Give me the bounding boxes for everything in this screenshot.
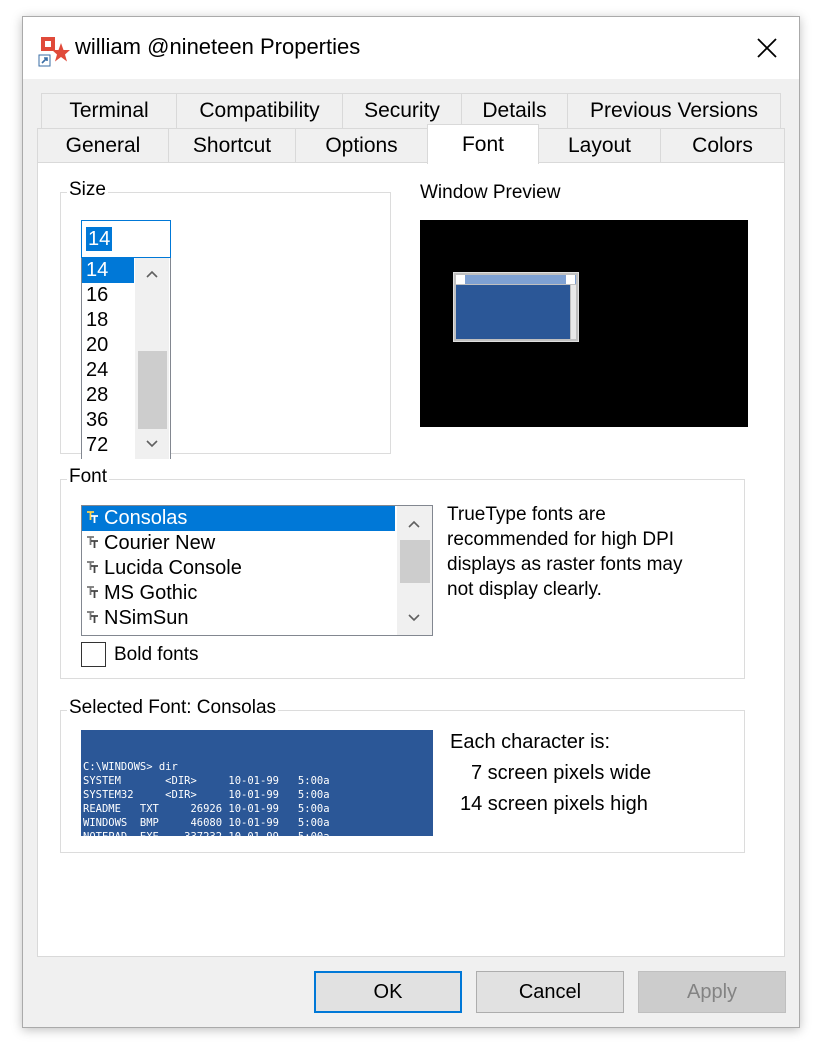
- apply-button[interactable]: Apply: [638, 971, 786, 1013]
- cancel-button[interactable]: Cancel: [476, 971, 624, 1013]
- sample-line: WINDOWS BMP 46080 10-01-99 5:00a: [83, 817, 330, 829]
- size-input[interactable]: 14: [81, 220, 171, 258]
- title-bar: william @nineteen Properties: [23, 17, 799, 79]
- close-icon: [757, 38, 777, 58]
- window-preview-label: Window Preview: [420, 182, 561, 203]
- ok-button[interactable]: OK: [314, 971, 462, 1013]
- tab-options[interactable]: Options: [295, 128, 428, 163]
- size-list-item[interactable]: 36: [82, 408, 134, 433]
- font-list-item-label: NSimSun: [104, 607, 189, 629]
- tab-layout[interactable]: Layout: [538, 128, 661, 163]
- size-group-label: Size: [67, 179, 108, 201]
- tab-shortcut[interactable]: Shortcut: [168, 128, 296, 163]
- font-list-item[interactable]: Consolas: [82, 506, 395, 531]
- truetype-note-line: not display clearly.: [447, 579, 602, 600]
- tab-colors[interactable]: Colors: [660, 128, 785, 163]
- shortcut-app-icon: [38, 37, 70, 67]
- preview-console-area: [456, 285, 570, 339]
- char-width-text: 7 screen pixels wide: [471, 762, 652, 784]
- font-scroll-thumb[interactable]: [400, 540, 430, 583]
- tab-general[interactable]: General: [37, 128, 169, 163]
- truetype-note-line: displays as raster fonts may: [447, 554, 683, 575]
- size-scroll-down-button[interactable]: [137, 432, 167, 456]
- close-button[interactable]: [739, 25, 795, 71]
- tab-terminal[interactable]: Terminal: [41, 93, 177, 129]
- size-list-scrollbar[interactable]: [135, 258, 169, 459]
- sample-line: C:\WINDOWS> dir: [83, 761, 178, 773]
- size-input-value: 14: [86, 227, 113, 251]
- selected-font-label: Selected Font: Consolas: [67, 697, 279, 719]
- truetype-icon: [87, 610, 98, 623]
- font-list-scrollbar[interactable]: [397, 506, 432, 635]
- tab-previous-versions[interactable]: Previous Versions: [567, 93, 781, 129]
- size-list-item[interactable]: 28: [82, 383, 134, 408]
- font-list-item-label: MS Gothic: [104, 582, 198, 604]
- truetype-note-line: TrueType fonts are: [447, 504, 606, 525]
- truetype-icon: [87, 510, 98, 523]
- sample-line: README TXT 26926 10-01-99 5:00a: [83, 803, 330, 815]
- size-list-item[interactable]: 18: [82, 308, 134, 333]
- font-tab-panel: Size 14 14 16 18 20 24 28 36 72 Window Preview: [37, 162, 785, 957]
- font-list-item-label: Lucida Console: [104, 557, 242, 579]
- sample-line: SYSTEM32 <DIR> 10-01-99 5:00a: [83, 789, 330, 801]
- font-group-label: Font: [67, 466, 110, 488]
- font-list[interactable]: Consolas Courier New Lucida Console MS Goth…: [81, 505, 433, 636]
- truetype-icon: [87, 560, 98, 573]
- size-scroll-thumb[interactable]: [138, 351, 167, 429]
- preview-title-button-right: [566, 275, 575, 284]
- font-scroll-down-button[interactable]: [399, 606, 429, 630]
- tab-font[interactable]: Font: [427, 124, 539, 164]
- preview-console-window: [453, 272, 579, 342]
- size-list-item[interactable]: 14: [82, 258, 134, 283]
- chevron-down-icon: [408, 614, 420, 622]
- size-list-item[interactable]: 16: [82, 283, 134, 308]
- size-list-item[interactable]: 72: [82, 433, 134, 458]
- preview-title-bar: [456, 275, 576, 284]
- bold-fonts-label[interactable]: Bold fonts: [114, 644, 199, 666]
- window-title: william @nineteen Properties: [75, 34, 361, 59]
- bold-fonts-checkbox[interactable]: [81, 642, 106, 667]
- font-list-item[interactable]: Lucida Console: [82, 556, 395, 581]
- properties-dialog: william @nineteen Properties Terminal Co…: [22, 16, 800, 1028]
- size-list-item[interactable]: 20: [82, 333, 134, 358]
- chevron-down-icon: [146, 440, 158, 448]
- char-size-heading: Each character is:: [450, 731, 611, 753]
- truetype-icon: [87, 535, 98, 548]
- truetype-note: TrueType fonts are recommended for high …: [447, 502, 737, 602]
- sample-line: SYSTEM <DIR> 10-01-99 5:00a: [83, 775, 330, 787]
- chevron-up-icon: [146, 270, 158, 278]
- tab-compatibility[interactable]: Compatibility: [176, 93, 343, 129]
- chevron-up-icon: [408, 520, 420, 528]
- font-list-item-label: Consolas: [104, 507, 188, 529]
- font-list-item[interactable]: NSimSun: [82, 606, 395, 631]
- font-sample-preview: C:\WINDOWS> dir SYSTEM <DIR> 10-01-99 5:0…: [81, 730, 433, 836]
- preview-scrollbar: [571, 285, 576, 339]
- truetype-icon: [87, 585, 98, 598]
- sample-line: NOTEPAD EXE 337232 10-01-99 5:00a: [83, 830, 433, 836]
- font-list-item[interactable]: MS Gothic: [82, 581, 395, 606]
- size-list-item[interactable]: 24: [82, 358, 134, 383]
- window-preview: [420, 220, 748, 427]
- size-scroll-up-button[interactable]: [137, 262, 167, 286]
- size-list[interactable]: 14 16 18 20 24 28 36 72: [81, 258, 171, 459]
- truetype-note-line: recommended for high DPI: [447, 529, 675, 550]
- font-list-item[interactable]: Courier New: [82, 531, 395, 556]
- font-list-item-label: Courier New: [104, 532, 216, 554]
- font-scroll-up-button[interactable]: [399, 512, 429, 536]
- char-height-text: 14 screen pixels high: [460, 793, 648, 815]
- preview-title-button-left: [456, 275, 465, 284]
